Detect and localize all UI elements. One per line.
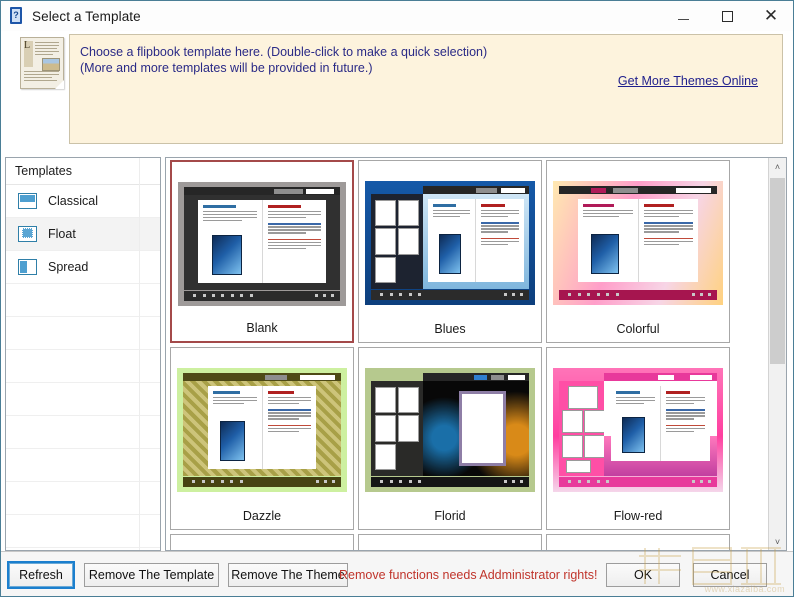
grid-vertical-scrollbar[interactable]: ˄ ˅ (768, 158, 786, 550)
spread-layout-icon (18, 259, 37, 275)
window-controls: ✕ (661, 1, 793, 31)
sidebar-empty-row (6, 416, 160, 449)
select-template-dialog: ? Select a Template ✕ L Choose a flipboo… (0, 0, 794, 597)
get-more-themes-link[interactable]: Get More Themes Online (618, 74, 758, 88)
refresh-button[interactable]: Refresh (7, 561, 75, 589)
template-cell-blues[interactable]: Blues (358, 160, 542, 343)
scrollbar-thumb[interactable] (770, 178, 785, 364)
admin-rights-warning: Remove functions needs Addministrator ri… (339, 568, 598, 582)
template-grid: Blank Blues Colorful Dazzle Florid Flow-… (168, 160, 768, 550)
template-cell-partial[interactable] (358, 534, 542, 550)
sidebar-empty-row (6, 449, 160, 482)
template-thumbnail (172, 182, 352, 310)
maximize-button[interactable] (705, 1, 749, 31)
template-name: Florid (434, 509, 466, 523)
template-thumbnail (359, 181, 541, 309)
sidebar-item-classical[interactable]: Classical (6, 185, 160, 218)
close-button[interactable]: ✕ (749, 1, 793, 31)
sidebar-empty-row (6, 350, 160, 383)
float-layout-icon (18, 226, 37, 242)
header-region: L Choose a flipbook template here. (Doub… (1, 31, 793, 149)
template-name: Dazzle (242, 509, 282, 523)
sidebar-empty-row (6, 515, 160, 548)
template-cell-florid[interactable]: Florid (358, 347, 542, 530)
template-cell-partial[interactable] (170, 534, 354, 550)
template-cell-partial[interactable] (546, 534, 730, 550)
title-bar: ? Select a Template ✕ (1, 1, 793, 31)
remove-theme-button[interactable]: Remove The Theme (228, 563, 348, 587)
template-thumbnail (547, 368, 729, 496)
help-book-icon: ? (8, 7, 24, 25)
scroll-up-arrow-icon[interactable]: ˄ (769, 158, 786, 175)
template-thumbnail (171, 368, 353, 496)
cancel-button[interactable]: Cancel (693, 563, 767, 587)
instruction-panel: Choose a flipbook template here. (Double… (69, 34, 783, 144)
template-name: Blues (434, 322, 466, 336)
remove-template-button[interactable]: Remove The Template (84, 563, 219, 587)
sidebar-item-label: Spread (48, 260, 89, 274)
templates-sidebar[interactable]: Templates Classical Float Spread (5, 157, 161, 551)
template-row-partial (168, 534, 768, 550)
sidebar-item-label: Classical (48, 194, 99, 208)
template-row: Blank Blues Colorful (168, 160, 768, 347)
template-thumbnail (359, 368, 541, 496)
minimize-button[interactable] (661, 1, 705, 31)
sidebar-empty-row (6, 482, 160, 515)
classical-layout-icon (18, 193, 37, 209)
scroll-down-arrow-icon[interactable]: ˅ (769, 533, 786, 550)
sidebar-empty-row (6, 383, 160, 416)
template-name: Blank (246, 321, 278, 335)
sidebar-empty-row (6, 317, 160, 350)
template-cell-colorful[interactable]: Colorful (546, 160, 730, 343)
template-cell-dazzle[interactable]: Dazzle (170, 347, 354, 530)
template-name: Flow-red (613, 509, 663, 523)
sidebar-item-float[interactable]: Float (6, 218, 160, 251)
ok-button[interactable]: OK (606, 563, 680, 587)
question-mark-glyph: ? (13, 10, 19, 20)
instruction-line-2: (More and more templates will be provide… (80, 61, 373, 75)
template-grid-pane[interactable]: Blank Blues Colorful Dazzle Florid Flow-… (165, 157, 787, 551)
template-thumbnail (547, 181, 729, 309)
sidebar-item-spread[interactable]: Spread (6, 251, 160, 284)
sidebar-column-divider (139, 158, 140, 550)
sidebar-item-label: Float (48, 227, 76, 241)
template-cell-flow-red[interactable]: Flow-red (546, 347, 730, 530)
window-title: Select a Template (32, 8, 141, 24)
sidebar-header: Templates (6, 158, 160, 185)
dialog-footer: Refresh Remove The Template Remove The T… (1, 547, 793, 596)
template-row: Dazzle Florid Flow-red (168, 347, 768, 534)
template-cell-blank[interactable]: Blank (170, 160, 354, 343)
sidebar-empty-row (6, 284, 160, 317)
template-name: Colorful (616, 322, 660, 336)
instruction-line-1: Choose a flipbook template here. (Double… (80, 45, 488, 59)
document-page-icon: L (16, 35, 66, 89)
